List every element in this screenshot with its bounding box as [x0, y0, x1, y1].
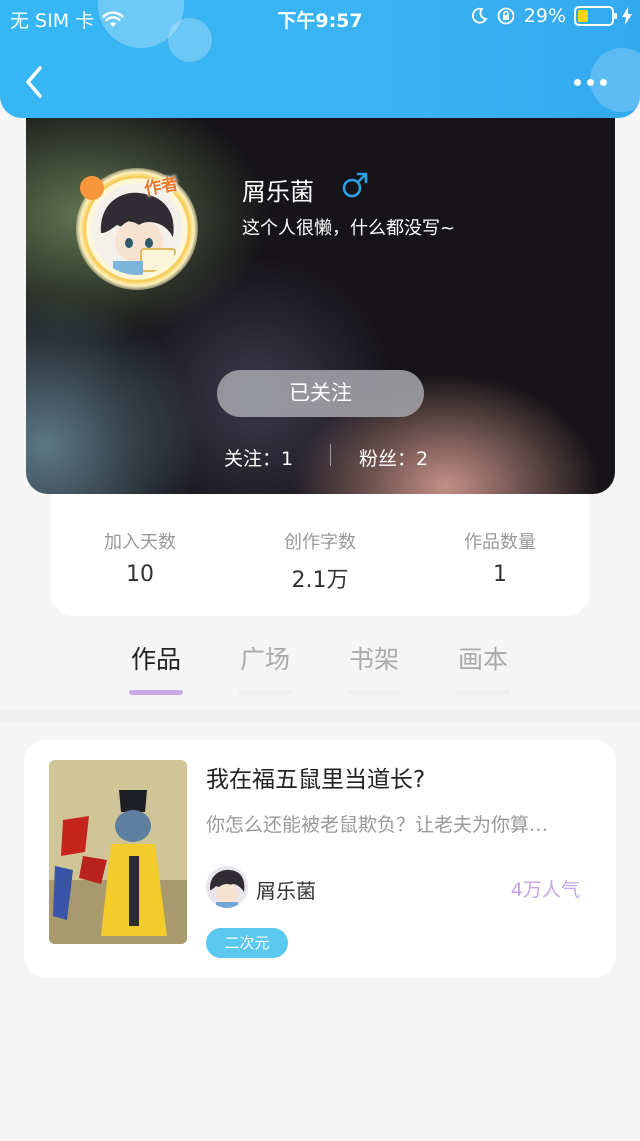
work-author-row: 屑乐菌 4万人气 — [206, 866, 586, 908]
tab-bookshelf[interactable]: 书架 — [329, 640, 419, 695]
work-card[interactable]: 我在福五鼠里当道长? 你怎么还能被老鼠欺负？让老夫为你算… 屑乐菌 4万人气 二… — [24, 740, 616, 978]
male-gender-icon — [342, 172, 368, 198]
stat-label: 作品数量 — [464, 532, 536, 553]
carrot-decoration-icon — [80, 176, 104, 200]
tab-label: 书架 — [348, 645, 399, 674]
tab-picture-book[interactable]: 画本 — [438, 640, 528, 695]
stats-card: 加入天数 10 创作字数 2.1万 作品数量 1 — [51, 494, 589, 616]
tab-label: 广场 — [239, 645, 290, 674]
tab-label: 作品 — [130, 645, 181, 674]
section-divider — [0, 710, 640, 722]
chevron-left-icon — [26, 66, 42, 98]
user-bio: 这个人很懒，什么都没写~ — [242, 218, 456, 239]
profile-card: 作者 屑乐菌 这个人很懒，什么都没写~ 已关注 关注：1 粉丝：2 — [26, 96, 615, 494]
tab-indicator — [129, 690, 183, 695]
tab-label: 画本 — [457, 645, 508, 674]
rotation-lock-icon — [497, 7, 515, 25]
avatar-image — [91, 183, 183, 275]
stat-word-count: 创作字数 2.1万 — [240, 528, 400, 594]
genre-tag[interactable]: 二次元 — [206, 928, 288, 958]
following-count[interactable]: 关注：1 — [224, 444, 293, 471]
tab-square[interactable]: 广场 — [220, 640, 310, 695]
more-dot-icon — [587, 78, 594, 86]
stat-works-count: 作品数量 1 — [420, 528, 580, 587]
content-tabs: 作品 广场 书架 画本 — [0, 636, 640, 696]
followed-button[interactable]: 已关注 — [217, 370, 424, 417]
fans-count[interactable]: 粉丝：2 — [359, 444, 428, 471]
top-nav-bar: 无 SIM 卡 下午9:57 29% — [0, 0, 640, 118]
work-description: 你怎么还能被老鼠欺负？让老夫为你算… — [206, 814, 549, 836]
more-dot-icon — [600, 78, 607, 86]
divider — [330, 444, 331, 466]
stat-value: 10 — [126, 562, 154, 587]
moon-icon — [471, 7, 488, 24]
tab-indicator — [238, 690, 292, 695]
stat-value: 2.1万 — [291, 568, 349, 593]
stat-join-days: 加入天数 10 — [60, 528, 220, 587]
popularity-count: 4万人气 — [510, 879, 580, 901]
stat-value: 1 — [493, 562, 507, 587]
back-button[interactable] — [18, 62, 54, 102]
author-name[interactable]: 屑乐菌 — [256, 875, 316, 904]
stat-label: 加入天数 — [104, 532, 176, 553]
follow-stats: 关注：1 粉丝：2 — [26, 442, 615, 470]
author-avatar[interactable] — [206, 866, 248, 908]
stat-label: 创作字数 — [284, 532, 356, 553]
tab-works[interactable]: 作品 — [111, 640, 201, 695]
tab-indicator — [456, 690, 510, 695]
status-bar: 无 SIM 卡 下午9:57 29% — [0, 0, 640, 36]
username: 屑乐菌 — [242, 178, 314, 206]
battery-icon — [574, 6, 617, 26]
tab-indicator — [347, 690, 401, 695]
charging-bolt-icon — [622, 7, 632, 25]
battery-percent: 29% — [523, 5, 566, 27]
work-title[interactable]: 我在福五鼠里当道长? — [206, 760, 425, 794]
more-options-button[interactable] — [574, 72, 614, 92]
work-cover-image[interactable] — [49, 760, 187, 944]
more-dot-icon — [574, 78, 581, 86]
